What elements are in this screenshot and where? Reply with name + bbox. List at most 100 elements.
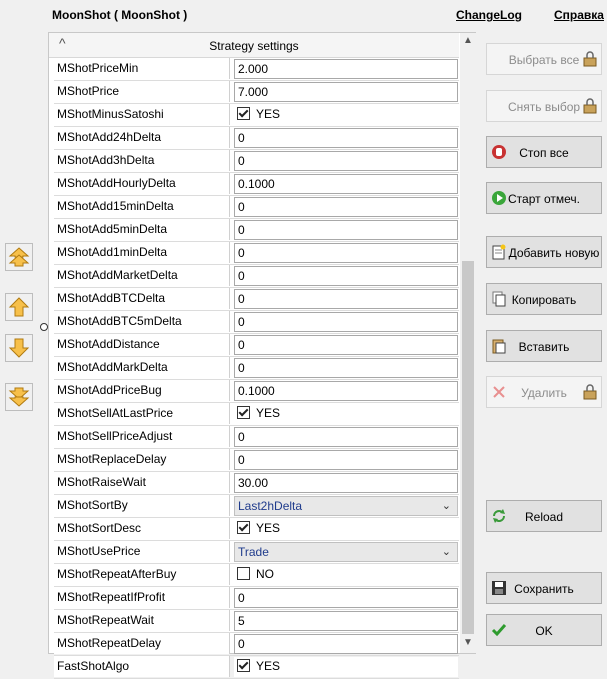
move-to-top-button[interactable] <box>5 243 33 271</box>
ok-label: OK <box>535 624 553 638</box>
setting-name: MShotAdd1minDelta <box>54 242 230 263</box>
setting-input[interactable]: 0 <box>234 634 458 654</box>
vertical-scrollbar[interactable]: ▲ ▼ <box>460 33 476 653</box>
setting-row: MShotPriceMin 2.000 <box>54 58 459 81</box>
setting-input[interactable]: 0 <box>234 266 458 286</box>
setting-name: FastShotAlgo <box>54 656 230 677</box>
double-down-arrow-icon <box>8 387 30 407</box>
setting-input[interactable]: 0 <box>234 588 458 608</box>
lock-icon <box>583 384 597 400</box>
setting-row: MShotMinusSatoshi YES <box>54 104 459 127</box>
settings-header[interactable]: ^ Strategy settings <box>49 33 459 58</box>
setting-input[interactable]: 0 <box>234 450 458 470</box>
setting-row: MShotAddBTC5mDelta 0 <box>54 311 459 334</box>
setting-name: MShotAddPriceBug <box>54 380 230 401</box>
setting-row: MShotAddPriceBug 0.1000 <box>54 380 459 403</box>
setting-name: MShotSortDesc <box>54 518 230 539</box>
paste-label: Вставить <box>518 340 570 354</box>
setting-input[interactable]: 5 <box>234 611 458 631</box>
move-to-bottom-button[interactable] <box>5 383 33 411</box>
setting-input[interactable]: 2.000 <box>234 59 458 79</box>
checkbox-icon[interactable] <box>237 521 250 534</box>
scroll-down-icon[interactable]: ▼ <box>460 637 476 651</box>
chevron-down-icon[interactable]: ⌄ <box>442 497 451 515</box>
help-link[interactable]: Справка <box>554 8 604 22</box>
scroll-thumb[interactable] <box>462 261 474 634</box>
setting-checkbox[interactable]: YES <box>234 657 458 677</box>
setting-dropdown[interactable]: Last2hDelta ⌄ <box>234 496 458 516</box>
setting-row: MShotRepeatAfterBuy NO <box>54 564 459 587</box>
setting-row: MShotAddMarketDelta 0 <box>54 265 459 288</box>
radio-indicator[interactable] <box>40 323 48 331</box>
setting-row: MShotAddDistance 0 <box>54 334 459 357</box>
changelog-link[interactable]: ChangeLog <box>456 8 522 22</box>
setting-input[interactable]: 0 <box>234 335 458 355</box>
setting-name: MShotPrice <box>54 81 230 102</box>
stop-all-button[interactable]: Стоп все <box>486 136 602 168</box>
setting-row: MShotPrice 7.000 <box>54 81 459 104</box>
dropdown-value: Trade <box>238 545 269 559</box>
delete-button[interactable]: Удалить <box>486 376 602 408</box>
start-marked-button[interactable]: Старт отмеч. <box>486 182 602 214</box>
setting-row: MShotAdd5minDelta 0 <box>54 219 459 242</box>
window-title: MoonShot ( MoonShot ) <box>52 8 188 22</box>
checkbox-icon[interactable] <box>237 107 250 120</box>
up-arrow-icon <box>8 297 30 317</box>
setting-input[interactable]: 0 <box>234 427 458 447</box>
setting-input[interactable]: 0 <box>234 151 458 171</box>
select-all-button[interactable]: Выбрать все <box>486 43 602 75</box>
move-up-button[interactable] <box>5 293 33 321</box>
checkbox-label: YES <box>256 521 281 535</box>
setting-checkbox[interactable]: NO <box>234 565 458 585</box>
setting-name: MShotSortBy <box>54 495 230 516</box>
setting-input[interactable]: 0 <box>234 358 458 378</box>
paste-button[interactable]: Вставить <box>486 330 602 362</box>
setting-checkbox[interactable]: YES <box>234 105 458 125</box>
setting-name: MShotReplaceDelay <box>54 449 230 470</box>
setting-checkbox[interactable]: YES <box>234 519 458 539</box>
setting-name: MShotAddDistance <box>54 334 230 355</box>
setting-name: MShotAddMarkDelta <box>54 357 230 378</box>
setting-row: FastShotAlgo YES <box>54 656 459 679</box>
setting-checkbox[interactable]: YES <box>234 404 458 424</box>
move-down-button[interactable] <box>5 334 33 362</box>
setting-row: MShotAdd1minDelta 0 <box>54 242 459 265</box>
setting-name: MShotAdd5minDelta <box>54 219 230 240</box>
setting-name: MShotAddHourlyDelta <box>54 173 230 194</box>
setting-input[interactable]: 7.000 <box>234 82 458 102</box>
add-new-button[interactable]: Добавить новую <box>486 236 602 268</box>
lock-icon <box>583 51 597 67</box>
setting-row: MShotRepeatDelay 0 <box>54 633 459 656</box>
setting-input[interactable]: 0 <box>234 243 458 263</box>
scroll-up-icon[interactable]: ▲ <box>460 35 476 49</box>
save-button[interactable]: Сохранить <box>486 572 602 604</box>
setting-input[interactable]: 0.1000 <box>234 381 458 401</box>
setting-input[interactable]: 30.00 <box>234 473 458 493</box>
setting-input[interactable]: 0 <box>234 220 458 240</box>
copy-button[interactable]: Копировать <box>486 283 602 315</box>
checkbox-icon[interactable] <box>237 567 250 580</box>
setting-name: MShotAdd24hDelta <box>54 127 230 148</box>
setting-input[interactable]: 0 <box>234 197 458 217</box>
down-arrow-icon <box>8 338 30 358</box>
checkbox-icon[interactable] <box>237 659 250 672</box>
setting-row: MShotSortBy Last2hDelta ⌄ <box>54 495 459 518</box>
setting-name: MShotSellPriceAdjust <box>54 426 230 447</box>
chevron-down-icon[interactable]: ⌄ <box>442 543 451 561</box>
stop-all-label: Стоп все <box>519 146 569 160</box>
setting-name: MShotRepeatIfProfit <box>54 587 230 608</box>
setting-dropdown[interactable]: Trade ⌄ <box>234 542 458 562</box>
setting-row: MShotAdd15minDelta 0 <box>54 196 459 219</box>
setting-name: MShotRepeatWait <box>54 610 230 631</box>
reload-label: Reload <box>524 510 564 524</box>
setting-input[interactable]: 0.1000 <box>234 174 458 194</box>
setting-input[interactable]: 0 <box>234 289 458 309</box>
setting-name: MShotRepeatAfterBuy <box>54 564 230 585</box>
setting-row: MShotSellPriceAdjust 0 <box>54 426 459 449</box>
setting-input[interactable]: 0 <box>234 312 458 332</box>
deselect-button[interactable]: Снять выбор <box>486 90 602 122</box>
checkbox-icon[interactable] <box>237 406 250 419</box>
ok-button[interactable]: OK <box>486 614 602 646</box>
reload-button[interactable]: Reload <box>486 500 602 532</box>
setting-input[interactable]: 0 <box>234 128 458 148</box>
